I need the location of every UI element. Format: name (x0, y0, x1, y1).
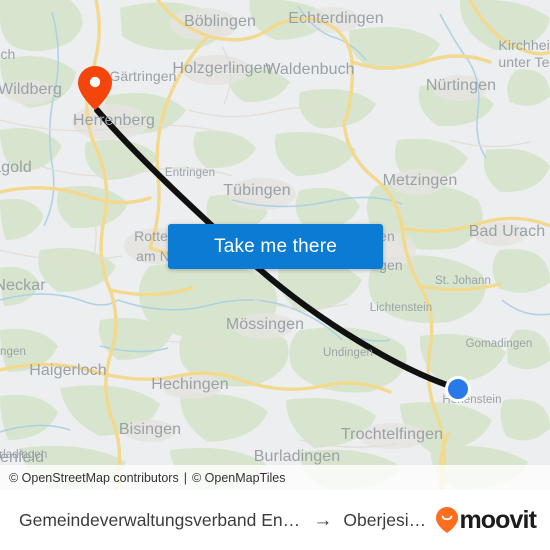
moovit-logo[interactable]: moovit (436, 505, 537, 534)
route-footer-bar: Gemeindeverwaltungsverband Engsti... → O… (0, 490, 550, 550)
moovit-pin-icon (436, 507, 459, 533)
moovit-wordmark: moovit (459, 505, 536, 534)
map-attribution-bar: © OpenStreetMap contributors | © OpenMap… (0, 465, 550, 490)
attribution-osm[interactable]: © OpenStreetMap contributors (9, 471, 179, 485)
attribution-openmaptiles[interactable]: © OpenMapTiles (192, 471, 286, 485)
moovit-route-map-screen: BöblingenEchterdingenKirchheimunter Teck… (0, 0, 550, 550)
take-me-there-button[interactable]: Take me there (168, 224, 383, 269)
footer-destination-label: Oberjesin... (343, 509, 427, 530)
attribution-separator: | (183, 470, 187, 485)
destination-circle-dot-icon[interactable] (445, 376, 471, 402)
arrow-right-icon: → (313, 509, 333, 531)
footer-origin-label: Gemeindeverwaltungsverband Engsti... (19, 509, 303, 530)
map-viewport[interactable]: BöblingenEchterdingenKirchheimunter Teck… (0, 0, 550, 490)
footer-route-summary[interactable]: Gemeindeverwaltungsverband Engsti... → O… (19, 510, 426, 531)
